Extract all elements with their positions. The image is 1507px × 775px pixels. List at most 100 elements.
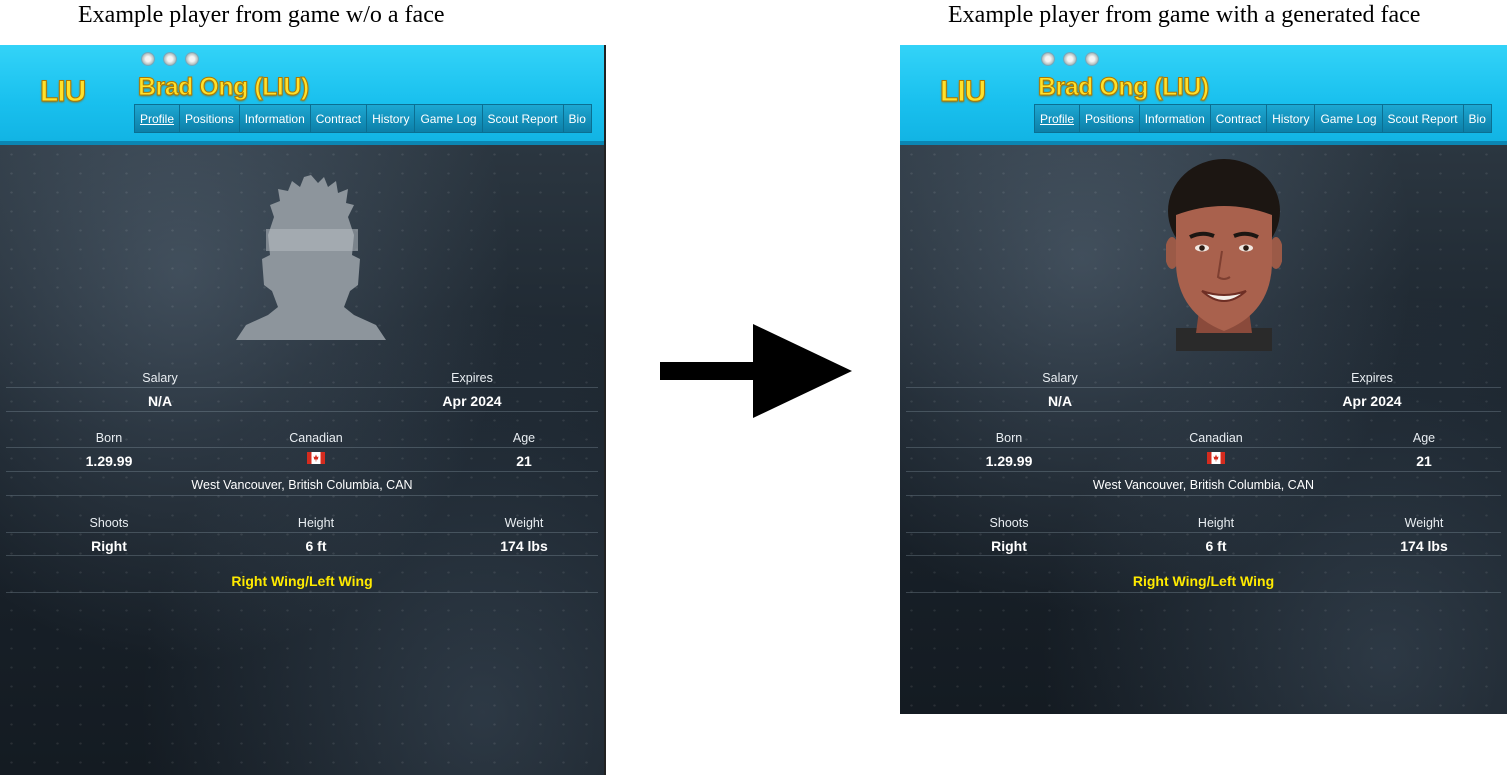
tab-bio[interactable]: Bio bbox=[1463, 105, 1491, 132]
canada-flag-icon bbox=[1207, 452, 1225, 464]
birthplace: West Vancouver, British Columbia, CAN bbox=[191, 478, 413, 492]
tab-positions[interactable]: Positions bbox=[180, 105, 240, 132]
expires-label: Expires bbox=[1351, 371, 1393, 385]
divider bbox=[6, 411, 598, 412]
tab-profile[interactable]: Profile bbox=[135, 105, 181, 132]
salary-label: Salary bbox=[1042, 371, 1078, 385]
weight-value: 174 lbs bbox=[500, 538, 548, 554]
divider bbox=[6, 471, 598, 472]
born-stat: Born 1.29.99 bbox=[959, 431, 1059, 469]
weight-label: Weight bbox=[1404, 516, 1444, 530]
tab-scout-report[interactable]: Scout Report bbox=[1382, 105, 1464, 132]
height-label: Height bbox=[297, 516, 335, 530]
height-value: 6 ft bbox=[305, 538, 327, 554]
profile-tabs: Profile Positions Information Contract H… bbox=[1034, 104, 1492, 133]
divider bbox=[6, 532, 598, 533]
canada-flag-icon bbox=[307, 452, 325, 464]
player-name: Brad Ong (LIU) bbox=[1038, 73, 1210, 102]
expires-stat: Expires Apr 2024 bbox=[1312, 371, 1432, 409]
weight-stat: Weight 174 lbs bbox=[474, 516, 574, 554]
height-stat: Height 6 ft bbox=[266, 516, 366, 554]
expires-label: Expires bbox=[451, 371, 493, 385]
born-label: Born bbox=[995, 431, 1023, 445]
right-arrow-icon bbox=[660, 324, 852, 418]
weight-value: 174 lbs bbox=[1400, 538, 1448, 554]
player-card-with-face: LIU Brad Ong (LIU) Profile Positions Inf… bbox=[900, 45, 1507, 714]
height-value: 6 ft bbox=[1205, 538, 1227, 554]
divider bbox=[6, 387, 598, 388]
weight-stat: Weight 174 lbs bbox=[1374, 516, 1474, 554]
window-controls bbox=[141, 52, 199, 66]
tab-scout-report[interactable]: Scout Report bbox=[482, 105, 564, 132]
age-label: Age bbox=[1412, 431, 1436, 445]
player-header: LIU Brad Ong (LIU) Profile Positions Inf… bbox=[900, 45, 1507, 145]
salary-value: N/A bbox=[1047, 393, 1073, 409]
window-button[interactable] bbox=[141, 52, 155, 66]
shoots-value: Right bbox=[91, 538, 127, 554]
divider bbox=[6, 555, 598, 556]
tab-profile[interactable]: Profile bbox=[1035, 105, 1081, 132]
tab-information[interactable]: Information bbox=[239, 105, 311, 132]
height-stat: Height 6 ft bbox=[1166, 516, 1266, 554]
player-position: Right Wing/Left Wing bbox=[231, 573, 373, 589]
born-value: 1.29.99 bbox=[985, 453, 1033, 469]
window-button[interactable] bbox=[1041, 52, 1055, 66]
caption-left: Example player from game w/o a face bbox=[78, 2, 445, 28]
age-stat: Age 21 bbox=[474, 431, 574, 469]
shoots-label: Shoots bbox=[989, 516, 1029, 530]
window-controls bbox=[1041, 52, 1099, 66]
tab-positions[interactable]: Positions bbox=[1080, 105, 1140, 132]
born-value: 1.29.99 bbox=[85, 453, 133, 469]
tab-contract[interactable]: Contract bbox=[1210, 105, 1268, 132]
tab-history[interactable]: History bbox=[367, 105, 416, 132]
player-header: LIU Brad Ong (LIU) Profile Positions Inf… bbox=[0, 45, 604, 145]
silhouette-avatar-icon bbox=[236, 175, 386, 340]
shoots-stat: Shoots Right bbox=[59, 516, 159, 554]
divider bbox=[906, 555, 1501, 556]
player-position: Right Wing/Left Wing bbox=[1132, 573, 1275, 589]
profile-body: Salary N/A Expires Apr 2024 Born 1.29.99… bbox=[0, 145, 604, 775]
divider bbox=[906, 532, 1501, 533]
divider bbox=[6, 592, 598, 593]
divider bbox=[906, 495, 1501, 496]
tab-contract[interactable]: Contract bbox=[310, 105, 368, 132]
player-name: Brad Ong (LIU) bbox=[138, 73, 310, 102]
expires-stat: Expires Apr 2024 bbox=[412, 371, 532, 409]
expires-value: Apr 2024 bbox=[1342, 393, 1402, 409]
divider bbox=[906, 387, 1501, 388]
window-button[interactable] bbox=[1063, 52, 1077, 66]
player-card-without-face: LIU Brad Ong (LIU) Profile Positions Inf… bbox=[0, 45, 606, 775]
tab-information[interactable]: Information bbox=[1139, 105, 1211, 132]
divider bbox=[906, 411, 1501, 412]
tab-history[interactable]: History bbox=[1267, 105, 1316, 132]
tab-game-log[interactable]: Game Log bbox=[1315, 105, 1383, 132]
age-value: 21 bbox=[516, 453, 532, 469]
age-value: 21 bbox=[1416, 453, 1432, 469]
age-stat: Age 21 bbox=[1374, 431, 1474, 469]
salary-label: Salary bbox=[142, 371, 178, 385]
divider bbox=[906, 592, 1501, 593]
born-label: Born bbox=[95, 431, 123, 445]
nationality-stat: Canadian bbox=[1166, 431, 1266, 469]
tab-game-log[interactable]: Game Log bbox=[415, 105, 483, 132]
window-button[interactable] bbox=[163, 52, 177, 66]
born-stat: Born 1.29.99 bbox=[59, 431, 159, 469]
window-button[interactable] bbox=[185, 52, 199, 66]
divider bbox=[6, 495, 598, 496]
shoots-value: Right bbox=[991, 538, 1027, 554]
nationality-label: Canadian bbox=[1189, 431, 1243, 445]
team-abbreviation: LIU bbox=[39, 75, 86, 109]
expires-value: Apr 2024 bbox=[442, 393, 502, 409]
nationality-label: Canadian bbox=[289, 431, 343, 445]
caption-right: Example player from game with a generate… bbox=[948, 2, 1421, 28]
profile-tabs: Profile Positions Information Contract H… bbox=[134, 104, 592, 133]
birthplace: West Vancouver, British Columbia, CAN bbox=[1092, 478, 1315, 492]
window-button[interactable] bbox=[1085, 52, 1099, 66]
tab-bio[interactable]: Bio bbox=[563, 105, 591, 132]
team-abbreviation: LIU bbox=[939, 75, 986, 109]
weight-label: Weight bbox=[504, 516, 544, 530]
salary-value: N/A bbox=[147, 393, 173, 409]
player-face-photo bbox=[1166, 159, 1282, 351]
divider bbox=[906, 471, 1501, 472]
divider bbox=[906, 447, 1501, 448]
